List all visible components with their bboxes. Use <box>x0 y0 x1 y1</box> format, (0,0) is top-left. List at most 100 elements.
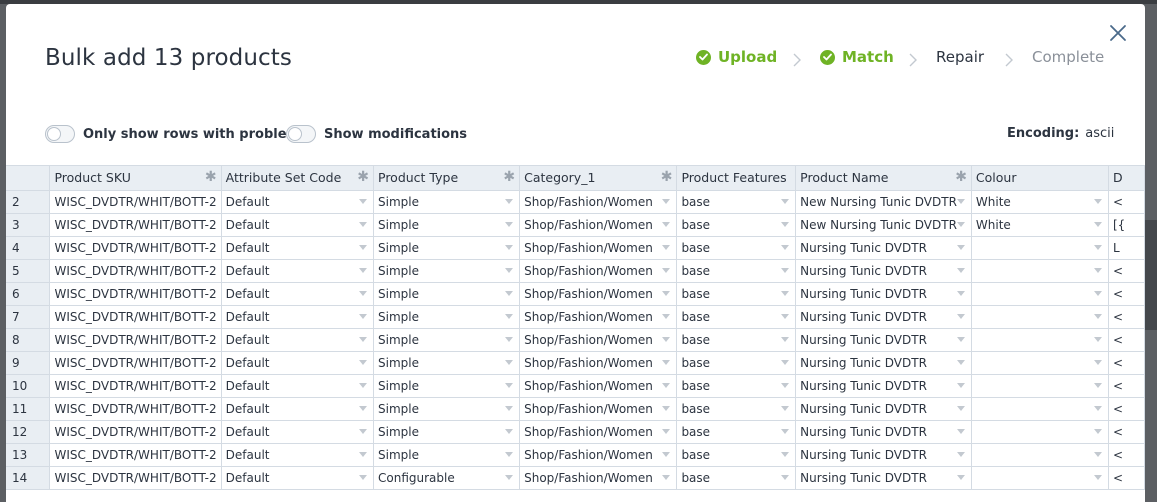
dropdown-arrow-icon[interactable] <box>662 267 671 273</box>
step-match[interactable]: Match <box>820 48 894 66</box>
column-header[interactable]: Product Name ✱ <box>795 166 972 191</box>
dropdown-arrow-icon[interactable] <box>505 267 514 273</box>
cell-category[interactable]: Shop/Fashion/Women <box>519 305 678 329</box>
cell-d[interactable]: < <box>1108 305 1145 329</box>
cell-d[interactable]: < <box>1108 420 1145 444</box>
cell-product-name[interactable]: Nursing Tunic DVDTR <box>795 236 972 260</box>
cell-features[interactable]: base <box>676 351 797 375</box>
cell-features[interactable]: base <box>676 213 797 237</box>
dropdown-arrow-icon[interactable] <box>781 267 790 273</box>
column-header[interactable]: Attribute Set Code ✱ <box>221 166 375 191</box>
cell-d[interactable]: < <box>1108 374 1145 398</box>
dropdown-arrow-icon[interactable] <box>781 474 790 480</box>
show-modifications-toggle[interactable]: Show modifications <box>286 125 467 143</box>
cell-colour[interactable] <box>971 351 1109 375</box>
cell-attribute-set[interactable]: Default <box>221 259 375 283</box>
dropdown-arrow-icon[interactable] <box>1093 267 1102 273</box>
cell-category[interactable]: Shop/Fashion/Women <box>519 374 678 398</box>
column-header[interactable]: Product Type ✱ <box>373 166 521 191</box>
dropdown-arrow-icon[interactable] <box>359 451 367 457</box>
cell-d[interactable]: < <box>1108 282 1145 306</box>
dropdown-arrow-icon[interactable] <box>505 382 514 388</box>
dropdown-arrow-icon[interactable] <box>1093 405 1102 411</box>
dropdown-arrow-icon[interactable] <box>1093 428 1102 434</box>
cell-product-name[interactable]: Nursing Tunic DVDTR <box>795 397 972 421</box>
cell-category[interactable]: Shop/Fashion/Women <box>519 351 678 375</box>
dropdown-arrow-icon[interactable] <box>662 428 671 434</box>
dropdown-arrow-icon[interactable] <box>1093 221 1102 227</box>
dropdown-arrow-icon[interactable] <box>662 382 671 388</box>
cell-product-type[interactable]: Simple <box>373 282 521 306</box>
dropdown-arrow-icon[interactable] <box>359 244 367 250</box>
cell-sku[interactable]: WISC_DVDTR/WHIT/BOTT-2 <box>49 420 222 444</box>
cell-colour[interactable] <box>971 443 1109 467</box>
dropdown-arrow-icon[interactable] <box>359 290 367 296</box>
cell-colour[interactable] <box>971 282 1109 306</box>
cell-sku[interactable]: WISC_DVDTR/WHIT/BOTT-2 <box>49 259 222 283</box>
dropdown-arrow-icon[interactable] <box>505 313 514 319</box>
column-header[interactable]: Category_1 ✱ <box>519 166 678 191</box>
cell-attribute-set[interactable]: Default <box>221 397 375 421</box>
dropdown-arrow-icon[interactable] <box>956 382 965 388</box>
cell-colour[interactable] <box>971 236 1109 260</box>
cell-colour[interactable] <box>971 420 1109 444</box>
cell-product-name[interactable]: Nursing Tunic DVDTR <box>795 282 972 306</box>
dropdown-arrow-icon[interactable] <box>956 405 965 411</box>
dropdown-arrow-icon[interactable] <box>359 474 367 480</box>
dropdown-arrow-icon[interactable] <box>1093 382 1102 388</box>
cell-d[interactable]: < <box>1108 190 1145 214</box>
cell-d[interactable]: L <box>1108 236 1145 260</box>
cell-product-type[interactable]: Simple <box>373 397 521 421</box>
close-button[interactable] <box>1107 22 1129 44</box>
dropdown-arrow-icon[interactable] <box>359 313 367 319</box>
cell-product-type[interactable]: Simple <box>373 236 521 260</box>
dropdown-arrow-icon[interactable] <box>662 198 671 204</box>
cell-colour[interactable] <box>971 466 1109 490</box>
dropdown-arrow-icon[interactable] <box>1093 359 1102 365</box>
cell-product-name[interactable]: Nursing Tunic DVDTR <box>795 374 972 398</box>
dropdown-arrow-icon[interactable] <box>781 290 790 296</box>
dropdown-arrow-icon[interactable] <box>505 359 514 365</box>
cell-d[interactable]: < <box>1108 397 1145 421</box>
cell-category[interactable]: Shop/Fashion/Women <box>519 213 678 237</box>
cell-colour[interactable] <box>971 328 1109 352</box>
cell-features[interactable]: base <box>676 305 797 329</box>
cell-sku[interactable]: WISC_DVDTR/WHIT/BOTT-2 <box>49 466 222 490</box>
dropdown-arrow-icon[interactable] <box>662 336 671 342</box>
step-repair[interactable]: Repair <box>936 48 984 66</box>
dropdown-arrow-icon[interactable] <box>505 336 514 342</box>
cell-attribute-set[interactable]: Default <box>221 443 375 467</box>
cell-product-name[interactable]: Nursing Tunic DVDTR <box>795 466 972 490</box>
cell-d[interactable]: < <box>1108 466 1145 490</box>
cell-category[interactable]: Shop/Fashion/Women <box>519 466 678 490</box>
cell-category[interactable]: Shop/Fashion/Women <box>519 397 678 421</box>
cell-category[interactable]: Shop/Fashion/Women <box>519 190 678 214</box>
dropdown-arrow-icon[interactable] <box>956 221 965 227</box>
column-header[interactable]: Product Features <box>676 166 797 191</box>
cell-features[interactable]: base <box>676 420 797 444</box>
cell-features[interactable]: base <box>676 397 797 421</box>
toggle-switch[interactable] <box>45 125 75 143</box>
dropdown-arrow-icon[interactable] <box>662 313 671 319</box>
cell-product-name[interactable]: Nursing Tunic DVDTR <box>795 420 972 444</box>
cell-features[interactable]: base <box>676 190 797 214</box>
dropdown-arrow-icon[interactable] <box>956 313 965 319</box>
cell-sku[interactable]: WISC_DVDTR/WHIT/BOTT-2 <box>49 443 222 467</box>
cell-d[interactable]: < <box>1108 328 1145 352</box>
cell-colour[interactable] <box>971 259 1109 283</box>
cell-attribute-set[interactable]: Default <box>221 466 375 490</box>
dropdown-arrow-icon[interactable] <box>1093 198 1102 204</box>
cell-product-name[interactable]: Nursing Tunic DVDTR <box>795 305 972 329</box>
cell-sku[interactable]: WISC_DVDTR/WHIT/BOTT-2 <box>49 190 222 214</box>
cell-attribute-set[interactable]: Default <box>221 351 375 375</box>
cell-attribute-set[interactable]: Default <box>221 328 375 352</box>
dropdown-arrow-icon[interactable] <box>662 221 671 227</box>
dropdown-arrow-icon[interactable] <box>505 290 514 296</box>
dropdown-arrow-icon[interactable] <box>781 405 790 411</box>
dropdown-arrow-icon[interactable] <box>781 336 790 342</box>
cell-product-type[interactable]: Simple <box>373 374 521 398</box>
toggle-switch[interactable] <box>286 125 316 143</box>
cell-attribute-set[interactable]: Default <box>221 213 375 237</box>
cell-product-type[interactable]: Simple <box>373 328 521 352</box>
cell-sku[interactable]: WISC_DVDTR/WHIT/BOTT-2 <box>49 305 222 329</box>
